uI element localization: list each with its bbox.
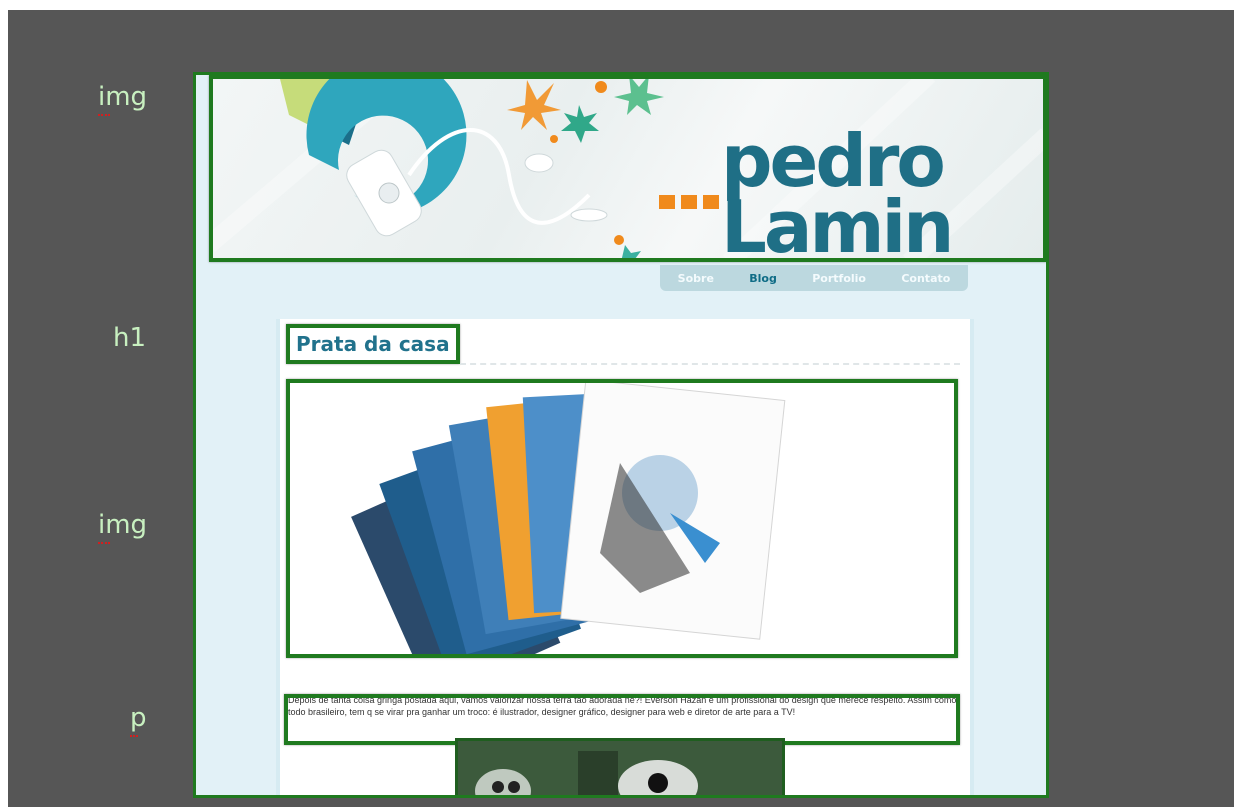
web-page: pedro Lamin Sobre Blog Portfolio Contato… <box>193 72 1049 798</box>
nav-item-portfolio[interactable]: Portfolio <box>812 272 866 285</box>
label-img-banner: img <box>98 82 147 116</box>
banner-highlight <box>209 75 1046 262</box>
illustration-preview <box>458 741 782 795</box>
nav-item-sobre[interactable]: Sobre <box>678 272 714 285</box>
label-p: p <box>130 703 147 737</box>
nav-item-blog[interactable]: Blog <box>749 272 777 285</box>
magazines-illustration <box>351 383 786 654</box>
main-nav: Sobre Blog Portfolio Contato <box>660 265 968 291</box>
post-content: Prata da casa Depois de tanta coisa grin… <box>276 319 974 795</box>
post-title-text: Prata da casa <box>296 332 450 356</box>
label-img-figure: img <box>98 510 147 544</box>
nav-item-contato[interactable]: Contato <box>901 272 950 285</box>
label-h1: h1 <box>113 323 147 353</box>
post-second-image <box>455 738 785 795</box>
post-title: Prata da casa <box>286 324 460 364</box>
title-divider <box>460 363 960 365</box>
post-figure-image <box>286 379 958 658</box>
